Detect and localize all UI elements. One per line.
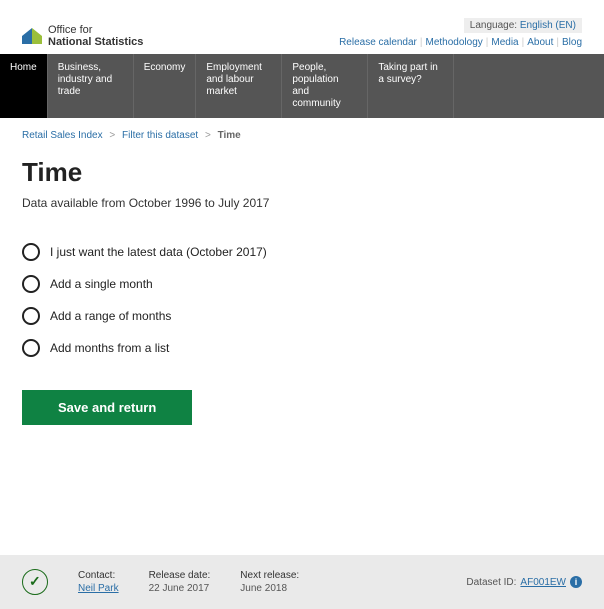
crumb-current: Time [218, 130, 241, 141]
language-label: Language: [470, 20, 517, 31]
contact-link[interactable]: Neil Park [78, 583, 119, 594]
breadcrumb: Retail Sales Index > Filter this dataset… [22, 118, 582, 157]
footer-release-date: Release date: 22 June 2017 [149, 570, 211, 594]
radio-icon [22, 339, 40, 357]
save-and-return-button[interactable]: Save and return [22, 390, 192, 425]
radio-label: Add a range of months [50, 309, 171, 323]
language-value: English (EN) [520, 20, 576, 31]
nav-economy[interactable]: Economy [134, 54, 197, 118]
radio-icon [22, 275, 40, 293]
radio-latest-data[interactable]: I just want the latest data (October 201… [22, 236, 582, 268]
nav-survey[interactable]: Taking part in a survey? [368, 54, 454, 118]
info-icon[interactable]: i [570, 576, 582, 588]
radio-icon [22, 243, 40, 261]
logo-mark-icon [22, 26, 42, 46]
page-title: Time [22, 157, 582, 188]
primary-nav: Home Business, industry and trade Econom… [0, 54, 604, 118]
link-about[interactable]: About [527, 37, 553, 48]
language-selector[interactable]: Language: English (EN) [464, 18, 582, 33]
stats-badge-icon [22, 569, 48, 595]
crumb-retail-sales[interactable]: Retail Sales Index [22, 130, 103, 141]
link-blog[interactable]: Blog [562, 37, 582, 48]
radio-list-months[interactable]: Add months from a list [22, 332, 582, 364]
footer-dataset-id: Dataset ID: AF001EW i [466, 576, 582, 588]
nav-business[interactable]: Business, industry and trade [48, 54, 134, 118]
site-logo[interactable]: Office for National Statistics [22, 24, 143, 48]
radio-group-time: I just want the latest data (October 201… [22, 236, 582, 364]
logo-text: Office for National Statistics [48, 24, 143, 48]
nav-home[interactable]: Home [0, 54, 48, 118]
radio-label: I just want the latest data (October 201… [50, 245, 267, 259]
crumb-filter-dataset[interactable]: Filter this dataset [122, 130, 198, 141]
footer-next-release: Next release: June 2018 [240, 570, 299, 594]
link-release-calendar[interactable]: Release calendar [339, 37, 417, 48]
radio-icon [22, 307, 40, 325]
radio-label: Add a single month [50, 277, 153, 291]
radio-single-month[interactable]: Add a single month [22, 268, 582, 300]
footer-contact: Contact: Neil Park [78, 570, 119, 594]
link-media[interactable]: Media [491, 37, 518, 48]
radio-label: Add months from a list [50, 341, 169, 355]
nav-people[interactable]: People, population and community [282, 54, 368, 118]
radio-range-months[interactable]: Add a range of months [22, 300, 582, 332]
dataset-id-link[interactable]: AF001EW [520, 577, 566, 588]
link-methodology[interactable]: Methodology [426, 37, 483, 48]
nav-employment[interactable]: Employment and labour market [196, 54, 282, 118]
page-footer: Contact: Neil Park Release date: 22 June… [0, 555, 604, 609]
page-subtext: Data available from October 1996 to July… [22, 196, 582, 210]
top-links: Release calendar|Methodology|Media|About… [339, 37, 582, 48]
